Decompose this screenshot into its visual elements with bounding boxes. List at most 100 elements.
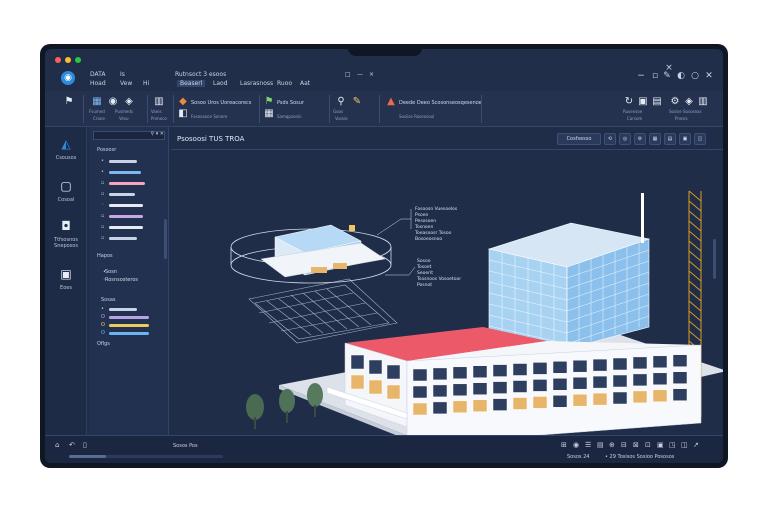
status-tool-icon[interactable]: ◉ bbox=[573, 441, 579, 449]
status-tool-icon[interactable]: ⊞ bbox=[561, 441, 567, 449]
minimize-button[interactable]: — bbox=[357, 71, 363, 78]
undo-icon[interactable]: ↶ bbox=[69, 441, 75, 449]
panel-icon[interactable]: ▯ bbox=[83, 441, 87, 449]
account-icon[interactable]: ○ bbox=[689, 71, 701, 81]
podium-window bbox=[672, 371, 688, 384]
layer-bullet-icon: ▫ bbox=[101, 213, 105, 219]
layer-row[interactable]: ▫ bbox=[101, 236, 161, 241]
prop-row[interactable]: • bbox=[101, 307, 161, 312]
ribbon-group-5[interactable]: ⚲ ✎ Goos Vosies bbox=[333, 94, 373, 124]
ribbon-group-8[interactable]: ⚙ ◈ ▥ Sosise Sososeas Pnesis bbox=[669, 94, 719, 124]
app-logo-icon[interactable]: ◉ bbox=[61, 71, 75, 85]
layer-bullet-icon: ▫ bbox=[101, 235, 105, 241]
podium-window bbox=[412, 368, 428, 382]
podium-window bbox=[592, 392, 608, 406]
ribbon-group-4[interactable]: ⚑ ▦ Psds Sosur Samqpoosin bbox=[263, 94, 323, 124]
close-doc-button[interactable]: × bbox=[369, 71, 374, 78]
refresh-icon: ↻ bbox=[624, 96, 634, 107]
rail-item-chat[interactable]: ◘ Ttfsosnos Sneposos bbox=[47, 219, 85, 249]
prop-row[interactable]: ʘ bbox=[101, 323, 161, 328]
ribbon-group-6[interactable]: ▲ Deede Deeo Scosonseosqesenoe Sosiise R… bbox=[385, 94, 482, 124]
ribbon-group-1[interactable]: ▦ ◉ ◈ Fsumed Pusmeds Crane Vesu bbox=[89, 94, 145, 124]
viewport-scrollbar[interactable] bbox=[713, 239, 716, 279]
ribbon-group-3[interactable]: ◆ ◧ Sosoo Uros Uoreacorecs Fosoosoon Son… bbox=[177, 94, 257, 124]
layer-row[interactable]: ▫ bbox=[101, 214, 161, 219]
status-tool-icon[interactable]: ⊟ bbox=[621, 441, 627, 449]
window-dot[interactable] bbox=[65, 57, 71, 63]
prop-bullet-icon: • bbox=[101, 306, 104, 312]
layers-panel: ⚲ ▾ ✕ Posoosr • • ▫ ▫ ◦ ▫ ▫ ▫ Hapos • Sosn ◦ Ro… bbox=[89, 127, 169, 435]
layer-bullet-icon: • bbox=[101, 169, 104, 175]
callout-label: Seoerit bbox=[417, 271, 434, 276]
prop-row[interactable]: ʘ bbox=[101, 315, 161, 320]
menu-item-is[interactable]: Is bbox=[120, 71, 125, 78]
status-info: • 29 Tosisos Sosioo Pososos bbox=[605, 454, 675, 460]
menu-tab-ruoo[interactable]: Ruoo bbox=[277, 80, 292, 87]
podium-window bbox=[432, 401, 448, 415]
window-dot[interactable] bbox=[75, 57, 81, 63]
win-restore-icon[interactable]: ▫ bbox=[649, 71, 661, 81]
window-dot[interactable] bbox=[55, 57, 61, 63]
pen-icon[interactable]: ✎ bbox=[661, 71, 673, 81]
podium-window bbox=[652, 389, 668, 403]
callout-label: Tosnoen bbox=[415, 225, 434, 230]
rail-item-image[interactable]: ▣ Eoes bbox=[47, 267, 85, 291]
layer-row[interactable]: ▫ bbox=[101, 192, 161, 197]
rail-item-compass[interactable]: ◭ Csousos bbox=[47, 137, 85, 161]
status-tool-icon[interactable]: ☰ bbox=[585, 441, 591, 449]
export-icon: ▥ bbox=[698, 96, 708, 107]
ribbon-group-home[interactable]: ⚑ bbox=[59, 94, 79, 124]
theme-icon[interactable]: ◐ bbox=[675, 71, 687, 81]
callout-label: Posnot bbox=[417, 283, 433, 288]
layer-bullet-icon: ▫ bbox=[101, 180, 105, 186]
panel-tools[interactable]: ⚲ ▾ ✕ bbox=[150, 131, 164, 137]
status-tool-icon[interactable]: ⊡ bbox=[645, 441, 651, 449]
status-tool-icon[interactable]: ◫ bbox=[681, 441, 688, 449]
layer-row[interactable]: • bbox=[101, 170, 161, 175]
home-icon[interactable]: ⌂ bbox=[55, 441, 59, 449]
ribbon-group-2[interactable]: ▥ Vaeis Pnmoco bbox=[151, 94, 171, 124]
podium-window bbox=[532, 379, 548, 392]
podium-window bbox=[652, 355, 668, 369]
menu-tab-hi[interactable]: Hi bbox=[143, 80, 149, 87]
layer-bar bbox=[109, 204, 143, 207]
prop-label[interactable]: Sosn bbox=[105, 269, 117, 275]
layer-row[interactable]: ▫ bbox=[101, 181, 161, 186]
status-tool-icon[interactable]: ▤ bbox=[597, 441, 604, 449]
menu-tab-beaserl[interactable]: Beaserl bbox=[177, 80, 206, 87]
podium-window bbox=[368, 379, 383, 395]
podium-window bbox=[592, 358, 608, 372]
ribbon-group-7[interactable]: ↻ ▣ ▤ Rusensoe Carsom bbox=[623, 94, 663, 124]
podium-window bbox=[532, 396, 548, 409]
layer-bar bbox=[109, 171, 141, 174]
status-tool-icon[interactable]: ⊕ bbox=[609, 441, 615, 449]
menu-tab-laod[interactable]: Laod bbox=[213, 80, 228, 87]
status-coords: Sosos 24 bbox=[567, 454, 590, 460]
status-tool-icon[interactable]: ▣ bbox=[657, 441, 664, 449]
status-tool-icon[interactable]: ↗ bbox=[693, 441, 699, 449]
menu-tab-hoad[interactable]: Hoad bbox=[90, 80, 106, 87]
menu-tab-lasrasnoss[interactable]: Lasrasnoss bbox=[240, 80, 273, 87]
podium-window bbox=[552, 361, 568, 374]
rail-item-folder[interactable]: ▢ Cosoal bbox=[47, 179, 85, 203]
layer-row[interactable]: ◦ bbox=[101, 203, 161, 208]
panel-scrollbar[interactable] bbox=[164, 219, 167, 259]
prop-label[interactable]: Rosnsosteros bbox=[105, 277, 138, 283]
model-viewport[interactable]: Psosoosi TUS TROA Cosfsesso ⟲ ◎ ⚙ ▦ ▤ ▣ ◫ bbox=[171, 127, 723, 435]
menu-item-data[interactable]: DATA bbox=[90, 71, 105, 78]
menu-tab-aat[interactable]: Aat bbox=[300, 80, 310, 87]
layer-row[interactable]: ▫ bbox=[101, 225, 161, 230]
ribbon-sub: Samqpoosin bbox=[277, 114, 302, 119]
status-tool-icon[interactable]: ⊠ bbox=[633, 441, 639, 449]
close-app-icon[interactable]: ✕ bbox=[703, 71, 715, 81]
maximize-button[interactable]: □ bbox=[345, 71, 351, 78]
layer-row[interactable]: • bbox=[101, 159, 161, 164]
podium-window bbox=[672, 354, 688, 367]
status-tool-icon[interactable]: ◳ bbox=[669, 441, 676, 449]
ribbon-label: Sosoo Uros Uoreacorecs bbox=[191, 100, 252, 106]
prop-row[interactable]: ʘ bbox=[101, 331, 161, 336]
callout-label: Tosoet bbox=[417, 265, 432, 270]
crane-brace bbox=[688, 320, 702, 332]
menu-tab-vew[interactable]: Vew bbox=[120, 80, 132, 87]
win-minimize-icon[interactable]: − bbox=[635, 71, 647, 81]
